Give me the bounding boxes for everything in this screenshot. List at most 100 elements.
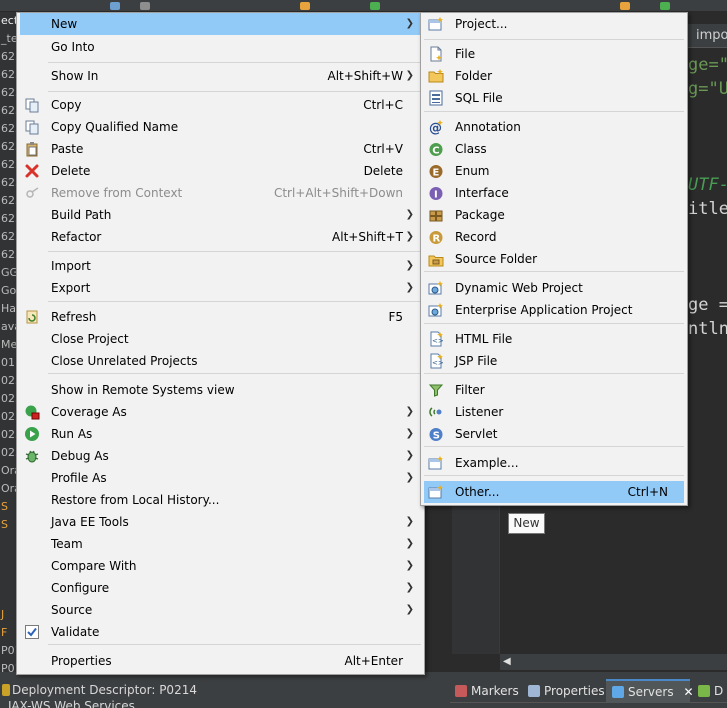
explorer-row[interactable]: 023	[0, 372, 16, 390]
explorer-row[interactable]: ect	[0, 12, 16, 30]
explorer-row[interactable]: Har	[0, 300, 16, 318]
explorer-row[interactable]: 623	[0, 156, 16, 174]
jaxws-node[interactable]: JAX-WS Web Services	[8, 700, 135, 708]
toolbar-icon[interactable]	[110, 2, 120, 10]
menu-item-export[interactable]: Export ❯	[20, 277, 421, 299]
explorer-row[interactable]: Ora	[0, 480, 16, 498]
explorer-row[interactable]: 623	[0, 210, 16, 228]
explorer-row[interactable]: 023	[0, 426, 16, 444]
explorer-row[interactable]: ava	[0, 318, 16, 336]
menu-item-build-path[interactable]: Build Path ❯	[20, 204, 421, 226]
menu-item-validate[interactable]: Validate	[20, 621, 421, 643]
explorer-row[interactable]: Ora	[0, 462, 16, 480]
new-submenu-item-project[interactable]: Project...	[424, 13, 684, 35]
tab-markers[interactable]: Markers	[455, 679, 519, 703]
menu-item-refresh[interactable]: Refresh F5	[20, 306, 421, 328]
explorer-row[interactable]: Mel	[0, 336, 16, 354]
new-submenu-item-interface[interactable]: I Interface	[424, 182, 684, 204]
explorer-row[interactable]: P01	[0, 642, 16, 660]
menu-item-restore-from-local-history[interactable]: Restore from Local History...	[20, 489, 421, 511]
explorer-row[interactable]: 623	[0, 246, 16, 264]
explorer-row[interactable]: 01	[0, 354, 16, 372]
menu-item-profile-as[interactable]: Profile As ❯	[20, 467, 421, 489]
menu-item-coverage-as[interactable]: Coverage As ❯	[20, 401, 421, 423]
explorer-row[interactable]: Gol	[0, 282, 16, 300]
menu-item-java-ee-tools[interactable]: Java EE Tools ❯	[20, 511, 421, 533]
menu-item-copy[interactable]: Copy Ctrl+C	[20, 94, 421, 116]
menu-item-new[interactable]: New ❯	[20, 13, 421, 35]
menu-item-close-project[interactable]: Close Project	[20, 328, 421, 350]
new-submenu-item-class[interactable]: C Class	[424, 138, 684, 160]
explorer-row[interactable]	[0, 552, 16, 570]
new-submenu-item-html-file[interactable]: <> HTML File	[424, 328, 684, 350]
close-icon[interactable]: ✕	[683, 685, 693, 699]
explorer-row[interactable]: 023	[0, 408, 16, 426]
menu-item-compare-with[interactable]: Compare With ❯	[20, 555, 421, 577]
menu-item-delete[interactable]: Delete Delete	[20, 160, 421, 182]
explorer-row[interactable]: 623	[0, 48, 16, 66]
menu-item-show-in-remote-systems-view[interactable]: Show in Remote Systems view	[20, 379, 421, 401]
toolbar-icon[interactable]	[300, 2, 310, 10]
explorer-row[interactable]: S	[0, 498, 16, 516]
toolbar-icon[interactable]	[660, 2, 670, 10]
new-submenu-item-other[interactable]: Other... Ctrl+N	[424, 481, 684, 503]
menu-item-configure[interactable]: Configure ❯	[20, 577, 421, 599]
explorer-row[interactable]: J	[0, 606, 16, 624]
new-submenu-item-example[interactable]: Example...	[424, 452, 684, 474]
explorer-row[interactable]: 623	[0, 228, 16, 246]
explorer-row[interactable]: 023	[0, 444, 16, 462]
new-submenu-item-folder[interactable]: Folder	[424, 65, 684, 87]
menu-item-paste[interactable]: Paste Ctrl+V	[20, 138, 421, 160]
explorer-row[interactable]: F	[0, 624, 16, 642]
menu-item-refactor[interactable]: Refactor Alt+Shift+T ❯	[20, 226, 421, 248]
menu-item-run-as[interactable]: Run As ❯	[20, 423, 421, 445]
run-toolbar-icon[interactable]	[370, 2, 380, 10]
tab-properties[interactable]: Properties	[528, 679, 605, 703]
menu-item-team[interactable]: Team ❯	[20, 533, 421, 555]
deployment-descriptor-node[interactable]: Deployment Descriptor: P0214	[0, 680, 197, 700]
new-submenu-item-annotation[interactable]: @ Annotation	[424, 116, 684, 138]
tab-servers[interactable]: Servers ✕	[606, 679, 694, 703]
explorer-row[interactable]: 623	[0, 174, 16, 192]
new-submenu-item-listener[interactable]: Listener	[424, 401, 684, 423]
new-submenu-item-file[interactable]: File	[424, 43, 684, 65]
explorer-row[interactable]: GG(	[0, 264, 16, 282]
menu-item-import[interactable]: Import ❯	[20, 255, 421, 277]
new-submenu-item-sql-file[interactable]: SQL File	[424, 87, 684, 109]
explorer-row[interactable]: 623	[0, 102, 16, 120]
explorer-row[interactable]: 023	[0, 390, 16, 408]
new-submenu-item-enum[interactable]: E Enum	[424, 160, 684, 182]
menu-item-close-unrelated-projects[interactable]: Close Unrelated Projects	[20, 350, 421, 372]
toolbar-icon[interactable]	[620, 2, 630, 10]
explorer-row[interactable]: 623	[0, 138, 16, 156]
menu-item-show-in[interactable]: Show In Alt+Shift+W ❯	[20, 65, 421, 87]
explorer-row[interactable]: 623	[0, 192, 16, 210]
new-submenu-item-source-folder[interactable]: Source Folder	[424, 248, 684, 270]
menu-item-source[interactable]: Source ❯	[20, 599, 421, 621]
explorer-row[interactable]: 623	[0, 66, 16, 84]
menu-item-debug-as[interactable]: Debug As ❯	[20, 445, 421, 467]
horizontal-scrollbar[interactable]	[500, 654, 727, 670]
scroll-left-icon[interactable]: ◀	[503, 654, 513, 670]
new-submenu-item-dynamic-web-project[interactable]: Dynamic Web Project	[424, 277, 684, 299]
menu-item-go-into[interactable]: Go Into	[20, 36, 421, 58]
new-submenu-item-jsp-file[interactable]: <> JSP File	[424, 350, 684, 372]
new-submenu-item-record[interactable]: R Record	[424, 226, 684, 248]
explorer-row[interactable]	[0, 570, 16, 588]
shortcut-label: Ctrl+C	[363, 98, 403, 112]
new-submenu-item-package[interactable]: Package	[424, 204, 684, 226]
explorer-row[interactable]	[0, 534, 16, 552]
menu-item-copy-qualified-name[interactable]: Copy Qualified Name	[20, 116, 421, 138]
new-submenu-item-servlet[interactable]: S Servlet	[424, 423, 684, 445]
new-submenu-item-enterprise-application-project[interactable]: Enterprise Application Project	[424, 299, 684, 321]
explorer-row[interactable]: S	[0, 516, 16, 534]
tab-d[interactable]: D	[698, 679, 723, 703]
explorer-row[interactable]	[0, 588, 16, 606]
editor-tab[interactable]: impo	[696, 27, 727, 45]
toolbar-icon[interactable]	[140, 2, 150, 10]
explorer-row[interactable]: 623	[0, 120, 16, 138]
explorer-row[interactable]: 623	[0, 84, 16, 102]
new-submenu-item-filter[interactable]: Filter	[424, 379, 684, 401]
menu-item-properties[interactable]: Properties Alt+Enter	[20, 650, 421, 672]
explorer-row[interactable]: _te	[0, 30, 16, 48]
